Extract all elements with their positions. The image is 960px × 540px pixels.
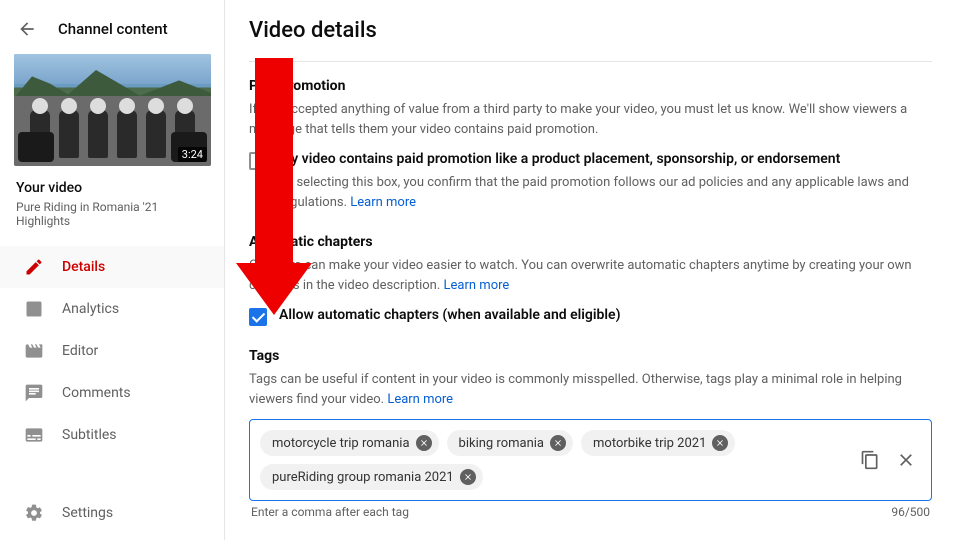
arrow-left-icon bbox=[17, 19, 37, 39]
tags-counter: 96/500 bbox=[891, 505, 930, 519]
nav-item-details[interactable]: Details bbox=[0, 246, 224, 288]
back-button[interactable] bbox=[16, 18, 38, 40]
sidebar-header: Channel content bbox=[0, 0, 224, 54]
tags-chips: motorcycle trip romania biking romania m… bbox=[260, 430, 851, 490]
tags-desc: Tags can be useful if content in your vi… bbox=[249, 370, 932, 409]
tag-remove-button[interactable] bbox=[712, 435, 728, 451]
nav-label: Editor bbox=[62, 343, 98, 359]
video-meta: Your video Pure Riding in Romania '21 Hi… bbox=[0, 166, 224, 238]
sidebar: Channel content 3:24 Your video Pure Rid… bbox=[0, 0, 225, 540]
nav-label: Subtitles bbox=[62, 427, 117, 443]
auto-chapters-checkbox-label: Allow automatic chapters (when available… bbox=[279, 307, 620, 323]
paid-promotion-learn-more[interactable]: Learn more bbox=[350, 195, 416, 210]
tags-hint: Enter a comma after each tag bbox=[251, 505, 409, 519]
nav-item-analytics[interactable]: Analytics bbox=[0, 288, 224, 330]
tag-chip: motorbike trip 2021 bbox=[581, 430, 735, 456]
video-meta-subtitle: Pure Riding in Romania '21 Highlights bbox=[16, 200, 208, 228]
close-icon bbox=[896, 450, 916, 470]
nav-item-comments[interactable]: Comments bbox=[0, 372, 224, 414]
paid-promotion-checkbox-label: My video contains paid promotion like a … bbox=[279, 151, 932, 167]
video-thumbnail[interactable]: 3:24 bbox=[14, 54, 211, 166]
section-tags: Tags Tags can be useful if content in yo… bbox=[249, 348, 932, 519]
tags-clear-button[interactable] bbox=[895, 449, 917, 471]
video-duration: 3:24 bbox=[178, 147, 207, 162]
pencil-icon bbox=[24, 257, 44, 277]
nav-label: Comments bbox=[62, 385, 131, 401]
divider bbox=[249, 61, 932, 62]
section-paid-promotion: Paid promotion If you accepted anything … bbox=[249, 78, 932, 212]
tag-chip: biking romania bbox=[447, 430, 574, 456]
tag-remove-button[interactable] bbox=[416, 435, 432, 451]
auto-chapters-desc: Chapters can make your video easier to w… bbox=[249, 256, 932, 295]
tags-learn-more[interactable]: Learn more bbox=[387, 392, 453, 407]
auto-chapters-heading: Automatic chapters bbox=[249, 234, 932, 250]
nav-item-editor[interactable]: Editor bbox=[0, 330, 224, 372]
bars-icon bbox=[24, 299, 44, 319]
tag-remove-button[interactable] bbox=[550, 435, 566, 451]
page-title: Video details bbox=[249, 18, 932, 43]
sidebar-nav: Details Analytics Editor Comments Subtit… bbox=[0, 246, 224, 456]
auto-chapters-checkbox[interactable] bbox=[249, 308, 267, 326]
copy-icon bbox=[860, 450, 880, 470]
nav-label: Settings bbox=[62, 505, 113, 521]
main-content: Video details Paid promotion If you acce… bbox=[225, 0, 960, 540]
nav-label: Analytics bbox=[62, 301, 119, 317]
video-meta-title: Your video bbox=[16, 180, 208, 196]
section-auto-chapters: Automatic chapters Chapters can make you… bbox=[249, 234, 932, 326]
tag-chip: pureRiding group romania 2021 bbox=[260, 464, 483, 490]
clapper-icon bbox=[24, 341, 44, 361]
subtitles-icon bbox=[24, 425, 44, 445]
tag-chip: motorcycle trip romania bbox=[260, 430, 439, 456]
tags-copy-button[interactable] bbox=[859, 449, 881, 471]
sidebar-title: Channel content bbox=[58, 20, 168, 38]
paid-promotion-desc: If you accepted anything of value from a… bbox=[249, 100, 932, 139]
comment-icon bbox=[24, 383, 44, 403]
tags-heading: Tags bbox=[249, 348, 932, 364]
nav-label: Details bbox=[62, 259, 105, 275]
tags-input-box[interactable]: motorcycle trip romania biking romania m… bbox=[249, 419, 932, 501]
nav-item-subtitles[interactable]: Subtitles bbox=[0, 414, 224, 456]
paid-promotion-heading: Paid promotion bbox=[249, 78, 932, 94]
paid-promotion-checkbox[interactable] bbox=[249, 152, 267, 170]
nav-item-settings[interactable]: Settings bbox=[0, 492, 224, 534]
auto-chapters-learn-more[interactable]: Learn more bbox=[444, 278, 510, 293]
paid-promotion-checkbox-sub: By selecting this box, you confirm that … bbox=[279, 173, 932, 212]
tag-remove-button[interactable] bbox=[460, 469, 476, 485]
gear-icon bbox=[24, 503, 44, 523]
